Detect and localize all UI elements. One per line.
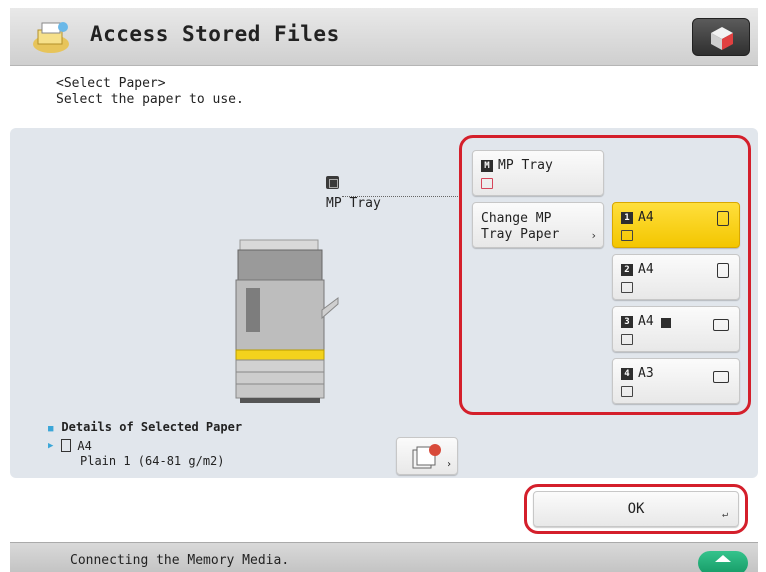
details-title: Details of Selected Paper — [61, 420, 243, 434]
instruction-text: Select the paper to use. — [56, 92, 244, 107]
paper-icon — [621, 230, 633, 241]
arrow-icon: ▶ — [48, 441, 54, 451]
paper-settings-icon — [412, 444, 441, 469]
leader-line — [342, 196, 460, 197]
eject-button[interactable] — [698, 551, 748, 572]
landscape-mark-icon — [661, 318, 671, 328]
paper-icon — [621, 334, 633, 345]
chevron-right-icon: › — [445, 459, 452, 470]
change-mp-line2: Tray Paper — [481, 227, 560, 242]
drawer-label: A4 — [638, 262, 654, 277]
page-title: Access Stored Files — [90, 22, 340, 46]
paper-icon — [481, 178, 493, 189]
paper-settings-button[interactable]: › — [396, 437, 458, 475]
mp-tray-label: MP Tray — [498, 158, 553, 173]
mp-tray-marker-icon — [326, 176, 339, 189]
drawer-2-button[interactable]: 2 A4 — [612, 254, 740, 300]
details-size: A4 — [77, 439, 92, 453]
selected-paper-details: ■ Details of Selected Paper ▶ A4 Plain 1 … — [48, 420, 242, 469]
chevron-right-icon: › — [590, 229, 597, 242]
enter-icon: ↵ — [721, 509, 728, 520]
stored-files-icon — [33, 22, 69, 53]
cube-icon — [711, 27, 733, 50]
status-bar: Connecting the Memory Media. — [10, 542, 758, 572]
drawer-num-icon: 3 — [621, 316, 633, 328]
paper-icon — [621, 282, 633, 293]
details-type: Plain 1 (64-81 g/m2) — [80, 454, 225, 468]
portrait-orientation-icon — [717, 263, 729, 278]
drawer-num-icon: 2 — [621, 264, 633, 276]
drawer-num-icon: 4 — [621, 368, 633, 380]
settings-cube-button[interactable] — [692, 18, 750, 56]
mp-tray-diagram-label: MP Tray — [326, 196, 381, 211]
drawer-num-icon: 1 — [621, 212, 633, 224]
portrait-orientation-icon — [717, 211, 729, 226]
status-message: Connecting the Memory Media. — [70, 553, 290, 568]
landscape-orientation-icon — [713, 371, 729, 383]
page: Access Stored Files <Select Paper> Selec… — [0, 0, 766, 572]
ok-label: OK — [627, 501, 645, 517]
instruction-heading: <Select Paper> — [56, 76, 166, 91]
change-mp-label: Change MP Tray Paper — [481, 211, 559, 243]
printer-illustration — [235, 239, 339, 403]
paper-icon — [61, 439, 72, 452]
instructions: <Select Paper> Select the paper to use. — [56, 76, 244, 108]
drawer-3-button[interactable]: 3 A4 — [612, 306, 740, 352]
drawer-label: A3 — [638, 366, 654, 381]
drawer-label: A4 — [638, 210, 654, 225]
drawer-4-button[interactable]: 4 A3 — [612, 358, 740, 404]
paper-icon — [621, 386, 633, 397]
mp-tray-button[interactable]: M MP Tray — [472, 150, 604, 196]
drawer-1-button[interactable]: 1 A4 — [612, 202, 740, 248]
change-mp-tray-paper-button[interactable]: Change MP Tray Paper › — [472, 202, 604, 248]
ok-button[interactable]: OK ↵ — [533, 491, 739, 527]
drawer-label: A4 — [638, 314, 654, 329]
landscape-orientation-icon — [713, 319, 729, 331]
header-bar: Access Stored Files — [10, 8, 758, 66]
mp-tray-num-icon: M — [481, 160, 493, 172]
change-mp-line1: Change MP — [481, 211, 552, 226]
bullet-icon: ■ — [48, 424, 54, 434]
